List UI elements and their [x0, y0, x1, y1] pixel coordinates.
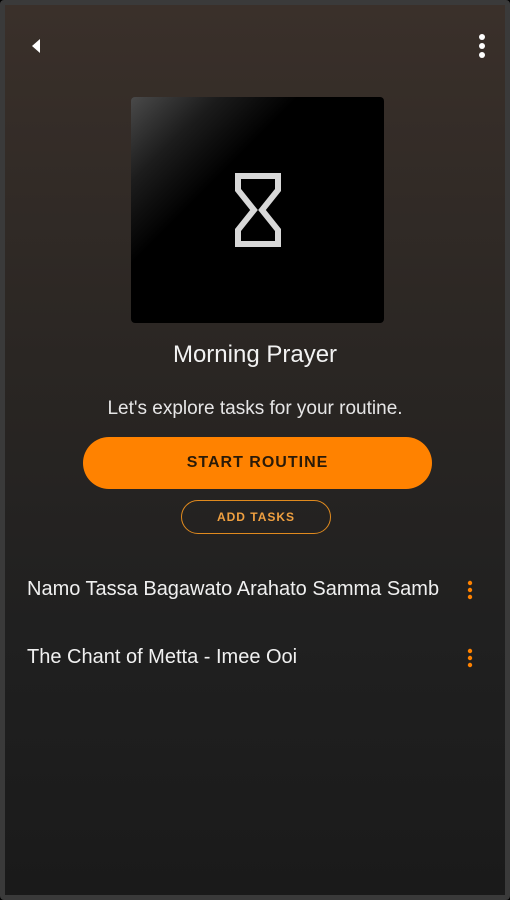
back-arrow-icon	[32, 39, 40, 53]
routine-title: Morning Prayer	[172, 341, 338, 368]
top-bar	[5, 27, 505, 67]
add-tasks-button[interactable]: ADD TASKS	[181, 500, 331, 534]
back-button[interactable]	[21, 31, 51, 61]
task-item[interactable]: The Chant of Metta - Imee Ooi	[5, 633, 505, 683]
task-item-label: Namo Tassa Bagawato Arahato Samma Sambud…	[27, 578, 439, 600]
task-options-button[interactable]	[455, 573, 485, 607]
task-options-button[interactable]	[455, 641, 485, 675]
hourglass-icon	[234, 173, 281, 247]
more-vertical-icon	[467, 580, 473, 600]
more-vertical-icon	[479, 34, 485, 58]
task-item-label: The Chant of Metta - Imee Ooi	[27, 646, 298, 668]
routine-subtitle: Let's explore tasks for your routine.	[107, 398, 403, 419]
more-vertical-icon	[467, 648, 473, 668]
start-routine-button[interactable]: START ROUTINE	[83, 437, 432, 489]
routine-cover-image	[131, 97, 384, 323]
task-item[interactable]: Namo Tassa Bagawato Arahato Samma Sambud…	[5, 565, 505, 615]
more-options-button[interactable]	[467, 29, 497, 63]
start-routine-label: START ROUTINE	[186, 454, 329, 471]
routine-screen: Morning Prayer Let's explore tasks for y…	[0, 0, 510, 900]
add-tasks-label: ADD TASKS	[216, 510, 296, 524]
